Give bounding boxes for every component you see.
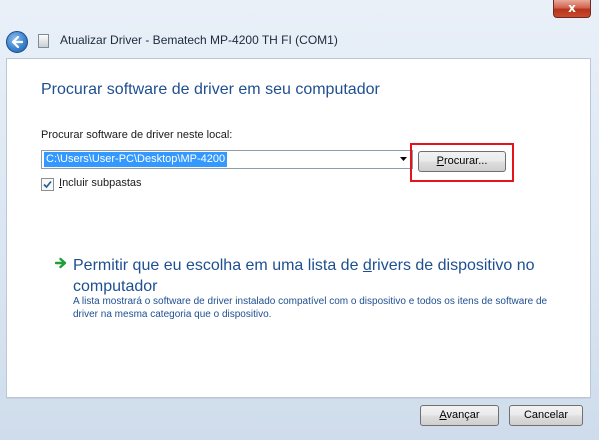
path-value[interactable]: C:\Users\User-PC\Desktop\MP-4200 (44, 152, 228, 167)
include-subfolders-checkbox[interactable] (41, 178, 54, 191)
back-button[interactable] (6, 31, 28, 53)
dropdown-arrow-icon (400, 157, 407, 161)
include-label-text: ncluir subpastas (62, 177, 142, 189)
wizard-window: x Atualizar Driver - Bematech MP-4200 TH… (0, 0, 599, 440)
browse-mnemonic: P (436, 155, 444, 167)
close-button[interactable]: x (553, 0, 591, 18)
path-label: Procurar software de driver neste local: (41, 129, 233, 141)
browse-button[interactable]: Procurar... (418, 151, 506, 172)
back-arrow-icon (11, 36, 23, 48)
include-subfolders-label[interactable]: Incluir subpastas (59, 177, 142, 189)
footer-divider (6, 398, 591, 399)
next-button[interactable]: Avançar (420, 405, 499, 426)
choose-driver-description: A lista mostrará o software de driver in… (73, 296, 548, 320)
page-heading: Procurar software de driver em seu compu… (41, 81, 380, 98)
checkmark-icon (43, 180, 52, 189)
link-part-1: Permitir que eu escolha em uma lista de (73, 257, 363, 274)
window-title: Atualizar Driver - Bematech MP-4200 TH F… (60, 33, 338, 47)
choose-driver-link[interactable]: Permitir que eu escolha em uma lista de … (73, 255, 553, 297)
green-arrow-icon (55, 257, 67, 269)
close-icon: x (568, 1, 576, 15)
browse-label: rocurar... (443, 155, 488, 167)
content-panel: Procurar software de driver em seu compu… (6, 58, 591, 398)
next-label: vançar (446, 409, 480, 421)
device-icon (38, 34, 49, 48)
cancel-button[interactable]: Cancelar (509, 405, 583, 426)
link-mnemonic: d (362, 257, 372, 274)
path-combobox[interactable]: C:\Users\User-PC\Desktop\MP-4200 (41, 150, 413, 169)
next-mnemonic: A (439, 409, 447, 421)
